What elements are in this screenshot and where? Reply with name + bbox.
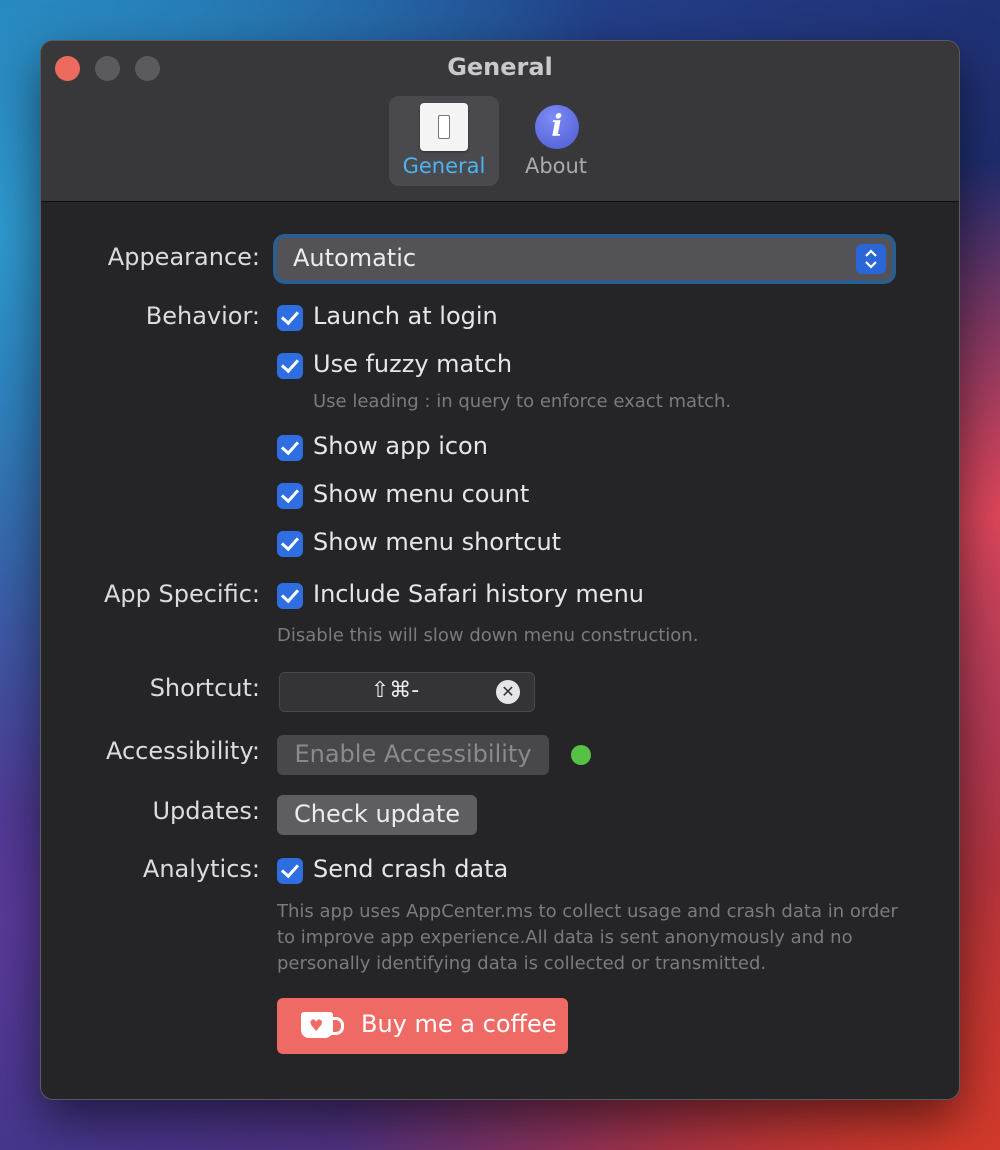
fuzzy-match-checkbox[interactable] bbox=[277, 353, 303, 379]
safari-history-checkbox[interactable] bbox=[277, 583, 303, 609]
fuzzy-match-label: Use fuzzy match bbox=[313, 350, 513, 378]
show-app-icon-checkbox[interactable] bbox=[277, 435, 303, 461]
clear-shortcut-icon[interactable]: ✕ bbox=[496, 680, 520, 704]
accessibility-status-indicator bbox=[571, 745, 591, 765]
analytics-hint: This app uses AppCenter.ms to collect us… bbox=[277, 901, 898, 974]
show-menu-shortcut-label: Show menu shortcut bbox=[313, 528, 562, 556]
chevron-up-down-icon bbox=[856, 244, 886, 274]
info-icon: i bbox=[535, 105, 579, 149]
appearance-label: Appearance: bbox=[107, 243, 260, 271]
analytics-label: Analytics: bbox=[142, 855, 260, 883]
window-title: General bbox=[447, 53, 553, 81]
buy-me-a-coffee-button[interactable]: ♥ Buy me a coffee bbox=[277, 998, 568, 1054]
title-bar: General General i About bbox=[41, 41, 959, 202]
show-app-icon-label: Show app icon bbox=[313, 432, 488, 460]
check-update-button[interactable]: Check update bbox=[277, 795, 477, 835]
show-menu-shortcut-checkbox[interactable] bbox=[277, 531, 303, 557]
buy-me-a-coffee-label: Buy me a coffee bbox=[361, 1010, 557, 1038]
launch-at-login-label: Launch at login bbox=[313, 302, 498, 330]
safari-history-hint: Disable this will slow down menu constru… bbox=[277, 625, 699, 646]
shortcut-recorder[interactable]: ⇧⌘- ✕ bbox=[279, 672, 535, 712]
coffee-cup-icon: ♥ bbox=[301, 1012, 344, 1038]
tab-general-label: General bbox=[402, 154, 486, 178]
updates-label: Updates: bbox=[152, 797, 260, 825]
appearance-value: Automatic bbox=[293, 244, 417, 272]
app-specific-label: App Specific: bbox=[103, 580, 260, 608]
send-crash-data-label: Send crash data bbox=[313, 855, 509, 883]
safari-history-label: Include Safari history menu bbox=[313, 580, 644, 608]
behavior-label: Behavior: bbox=[145, 302, 260, 330]
tab-about-label: About bbox=[524, 154, 588, 178]
show-menu-count-label: Show menu count bbox=[313, 480, 530, 508]
shortcut-keys: ⇧⌘- bbox=[370, 678, 420, 703]
fuzzy-match-hint: Use leading : in query to enforce exact … bbox=[313, 391, 732, 412]
accessibility-label: Accessibility: bbox=[105, 737, 260, 765]
switch-icon bbox=[420, 103, 468, 151]
appearance-popup[interactable]: Automatic bbox=[277, 238, 892, 280]
enable-accessibility-button: Enable Accessibility bbox=[277, 735, 549, 775]
show-menu-count-checkbox[interactable] bbox=[277, 483, 303, 509]
preferences-window: General General i About Appearance: Auto… bbox=[41, 41, 959, 1099]
shortcut-label: Shortcut: bbox=[149, 674, 260, 702]
tab-about[interactable]: i About bbox=[511, 96, 601, 186]
tab-general[interactable]: General bbox=[389, 96, 499, 186]
send-crash-data-checkbox[interactable] bbox=[277, 858, 303, 884]
launch-at-login-checkbox[interactable] bbox=[277, 305, 303, 331]
